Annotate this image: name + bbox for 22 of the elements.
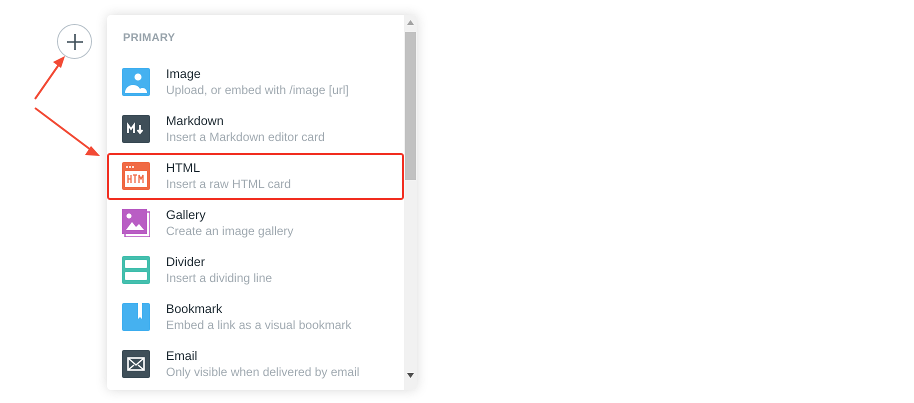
item-title: Gallery xyxy=(166,207,207,223)
menu-item[interactable]: HTML Insert a raw HTML card xyxy=(107,152,404,200)
item-title: Markdown xyxy=(166,113,225,129)
menu-item[interactable]: Divider Insert a dividing line xyxy=(107,246,404,294)
menu-item[interactable]: Bookmark Embed a link as a visual bookmark xyxy=(107,294,404,340)
item-description: Insert a raw HTML card xyxy=(166,176,291,192)
item-description: Insert a dividing line xyxy=(166,270,272,286)
menu-item[interactable]: Markdown Insert a Markdown editor card xyxy=(107,106,404,152)
menu-item[interactable]: Image Upload, or embed with /image [url] xyxy=(107,58,404,106)
item-description: Insert a Markdown editor card xyxy=(166,129,325,145)
menu-item[interactable]: Gallery Create an image gallery xyxy=(107,200,404,246)
item-description: Embed a link as a visual bookmark xyxy=(166,317,352,333)
item-description: Only visible when delivered by email xyxy=(166,364,360,380)
item-title: Image xyxy=(166,66,202,82)
section-heading: PRIMARY xyxy=(122,31,176,46)
menu-item[interactable]: Email Only visible when delivered by email xyxy=(107,340,404,388)
item-description: Create an image gallery xyxy=(166,223,294,239)
item-description: Upload, or embed with /image [url] xyxy=(166,82,349,98)
item-title: Bookmark xyxy=(166,301,224,317)
item-title: Divider xyxy=(166,254,206,270)
item-title: HTML xyxy=(166,160,202,176)
item-title: Email xyxy=(166,348,198,364)
